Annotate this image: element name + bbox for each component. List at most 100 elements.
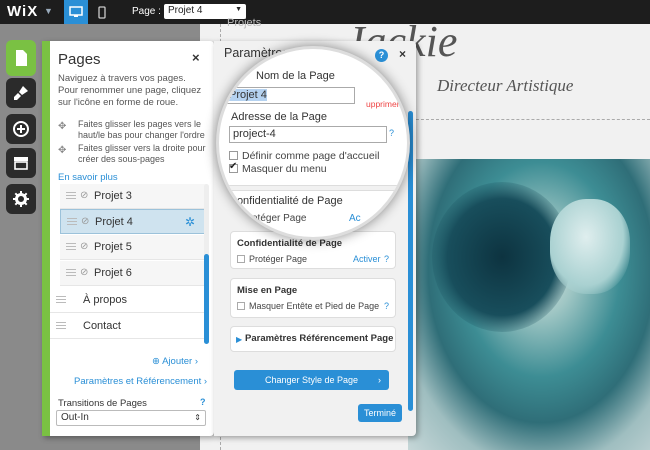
- list-item-selected[interactable]: ⊘ Projet 4 ✲: [60, 209, 206, 234]
- checkbox-checked[interactable]: [229, 161, 238, 173]
- add-page-icon: ⊕: [152, 356, 160, 367]
- hidden-eye-icon: ⊘: [81, 216, 90, 227]
- magnifier-content: Nom de la Page Projet 4 upprimer Adresse…: [219, 49, 407, 237]
- help-icon[interactable]: ?: [200, 397, 206, 407]
- drag-handle-icon[interactable]: [67, 218, 77, 227]
- drag-hint: ✥ Faites glisser vers la droite pour cré…: [58, 143, 208, 165]
- page-icon: [16, 50, 27, 66]
- page-name: Projet 4: [95, 216, 133, 228]
- set-home-checkbox[interactable]: Définir comme page d'accueil: [229, 150, 379, 162]
- site-subtitle[interactable]: Directeur Artistique: [437, 76, 573, 96]
- move-icon: ✥: [58, 145, 67, 156]
- drag-handle-icon[interactable]: [56, 296, 66, 305]
- add-tool-button[interactable]: [6, 114, 36, 144]
- panel-title: Pages: [58, 51, 101, 68]
- list-item[interactable]: ⊘ Projet 3: [60, 184, 206, 209]
- list-item[interactable]: Contact: [50, 314, 206, 339]
- desktop-view-button[interactable]: [64, 0, 88, 24]
- page-label: Page :: [132, 6, 161, 17]
- page-name: Contact: [83, 320, 121, 332]
- settings-tool-button[interactable]: [6, 184, 36, 214]
- checkbox[interactable]: [229, 213, 238, 222]
- transitions-label: Transitions de Pages: [58, 398, 147, 409]
- desktop-icon: [69, 6, 83, 17]
- change-page-style-button[interactable]: Changer Style de Page ›: [234, 370, 389, 390]
- seo-settings-link[interactable]: Paramètres et Référencement ›: [74, 376, 207, 387]
- pages-panel: Pages × Naviguez à travers vos pages. Po…: [42, 41, 214, 436]
- panel-accent-bar: [42, 41, 50, 436]
- add-page-label: Ajouter: [162, 356, 193, 367]
- photo-detail: [550, 199, 630, 294]
- protect-page-checkbox[interactable]: Protéger Page: [229, 213, 307, 224]
- plus-icon: [13, 121, 29, 137]
- mobile-icon: [98, 5, 106, 19]
- pages-scrollbar[interactable]: [204, 184, 209, 344]
- page-name-input[interactable]: Projet 4: [225, 87, 355, 104]
- page-address-input[interactable]: project-4: [229, 126, 387, 143]
- list-item[interactable]: ⊘ Projet 5: [60, 235, 206, 260]
- gear-icon[interactable]: ✲: [185, 215, 195, 229]
- list-item[interactable]: ⊘ Projet 6: [60, 261, 206, 286]
- section-divider: [219, 185, 407, 191]
- page-name-label: Nom de la Page: [256, 70, 335, 82]
- card-title: Mise en Page: [237, 285, 298, 296]
- scroll-thumb[interactable]: [204, 254, 209, 344]
- activate-link[interactable]: Ac: [349, 213, 361, 224]
- checkbox-label: Masquer du menu: [242, 163, 327, 175]
- drag-handle-icon[interactable]: [66, 243, 76, 252]
- hide-header-footer-checkbox[interactable]: Masquer Entête et Pied de Page: [237, 301, 379, 311]
- page-name: Projet 3: [94, 190, 132, 202]
- help-icon[interactable]: ?: [385, 209, 390, 219]
- checkbox-label: Masquer Entête et Pied de Page: [249, 301, 380, 311]
- section-title: Paramètres Référencement Page: [245, 333, 394, 344]
- seo-settings-label: Paramètres et Référencement: [74, 376, 202, 387]
- layout-card: Mise en Page Masquer Entête et Pied de P…: [230, 278, 396, 318]
- help-icon[interactable]: ?: [389, 128, 394, 138]
- site-nav-item[interactable]: Projets: [227, 17, 261, 29]
- pages-tool-button[interactable]: [6, 40, 36, 76]
- app-market-button[interactable]: [6, 148, 36, 178]
- delete-link[interactable]: upprimer: [366, 99, 400, 109]
- hidden-eye-icon: ⊘: [80, 190, 89, 201]
- checkbox[interactable]: [229, 151, 238, 160]
- checkbox[interactable]: [237, 302, 245, 310]
- chevron-right-icon: ›: [194, 356, 199, 367]
- brush-icon: [14, 86, 28, 100]
- hint-text: Faites glisser les pages vers le haut/le…: [78, 119, 205, 140]
- drag-handle-icon[interactable]: [66, 269, 76, 278]
- checkbox[interactable]: [237, 255, 245, 263]
- card-title: Confidentialité de Page: [237, 238, 343, 249]
- add-page-button[interactable]: ⊕ Ajouter ›: [152, 356, 198, 367]
- checkbox-label: Définir comme page d'accueil: [242, 150, 380, 162]
- activate-link[interactable]: Activer: [353, 254, 381, 264]
- page-select-value: Projet 4: [168, 5, 203, 16]
- chevron-right-icon: ›: [203, 376, 208, 387]
- list-item[interactable]: À propos: [50, 288, 206, 313]
- mobile-view-button[interactable]: [90, 0, 114, 24]
- drag-hint: ✥ Faites glisser les pages vers le haut/…: [58, 119, 208, 141]
- protect-page-checkbox[interactable]: Protéger Page: [237, 254, 307, 264]
- hide-menu-checkbox[interactable]: Masquer du menu: [229, 161, 327, 175]
- page-address-value: project-4: [233, 128, 276, 140]
- help-icon[interactable]: ?: [384, 254, 389, 264]
- transitions-select[interactable]: Out-In ⇕: [56, 410, 206, 426]
- button-label: Changer Style de Page: [264, 375, 359, 385]
- seo-settings-section[interactable]: ▶ Paramètres Référencement Page: [230, 326, 396, 352]
- chevron-down-icon[interactable]: ▼: [44, 6, 53, 16]
- learn-more-link[interactable]: En savoir plus: [58, 172, 118, 183]
- close-icon[interactable]: ×: [192, 50, 200, 65]
- hint-text: Faites glisser vers la droite pour créer…: [78, 143, 206, 164]
- design-tool-button[interactable]: [6, 78, 36, 108]
- chevron-down-icon: ▼: [235, 6, 242, 13]
- help-icon[interactable]: ?: [384, 301, 389, 311]
- hidden-eye-icon: ⊘: [80, 267, 89, 278]
- panel-description: Naviguez à travers vos pages. Pour renom…: [58, 73, 202, 108]
- drag-handle-icon[interactable]: [56, 322, 66, 331]
- checkbox-label: Protéger Page: [249, 254, 308, 264]
- checkbox-label: Protéger Page: [242, 213, 307, 224]
- done-button[interactable]: Terminé: [358, 404, 402, 422]
- page-name-value: Projet 4: [229, 89, 267, 101]
- wix-logo[interactable]: WiX: [7, 3, 38, 20]
- drag-handle-icon[interactable]: [66, 192, 76, 201]
- chevron-updown-icon: ⇕: [194, 413, 201, 422]
